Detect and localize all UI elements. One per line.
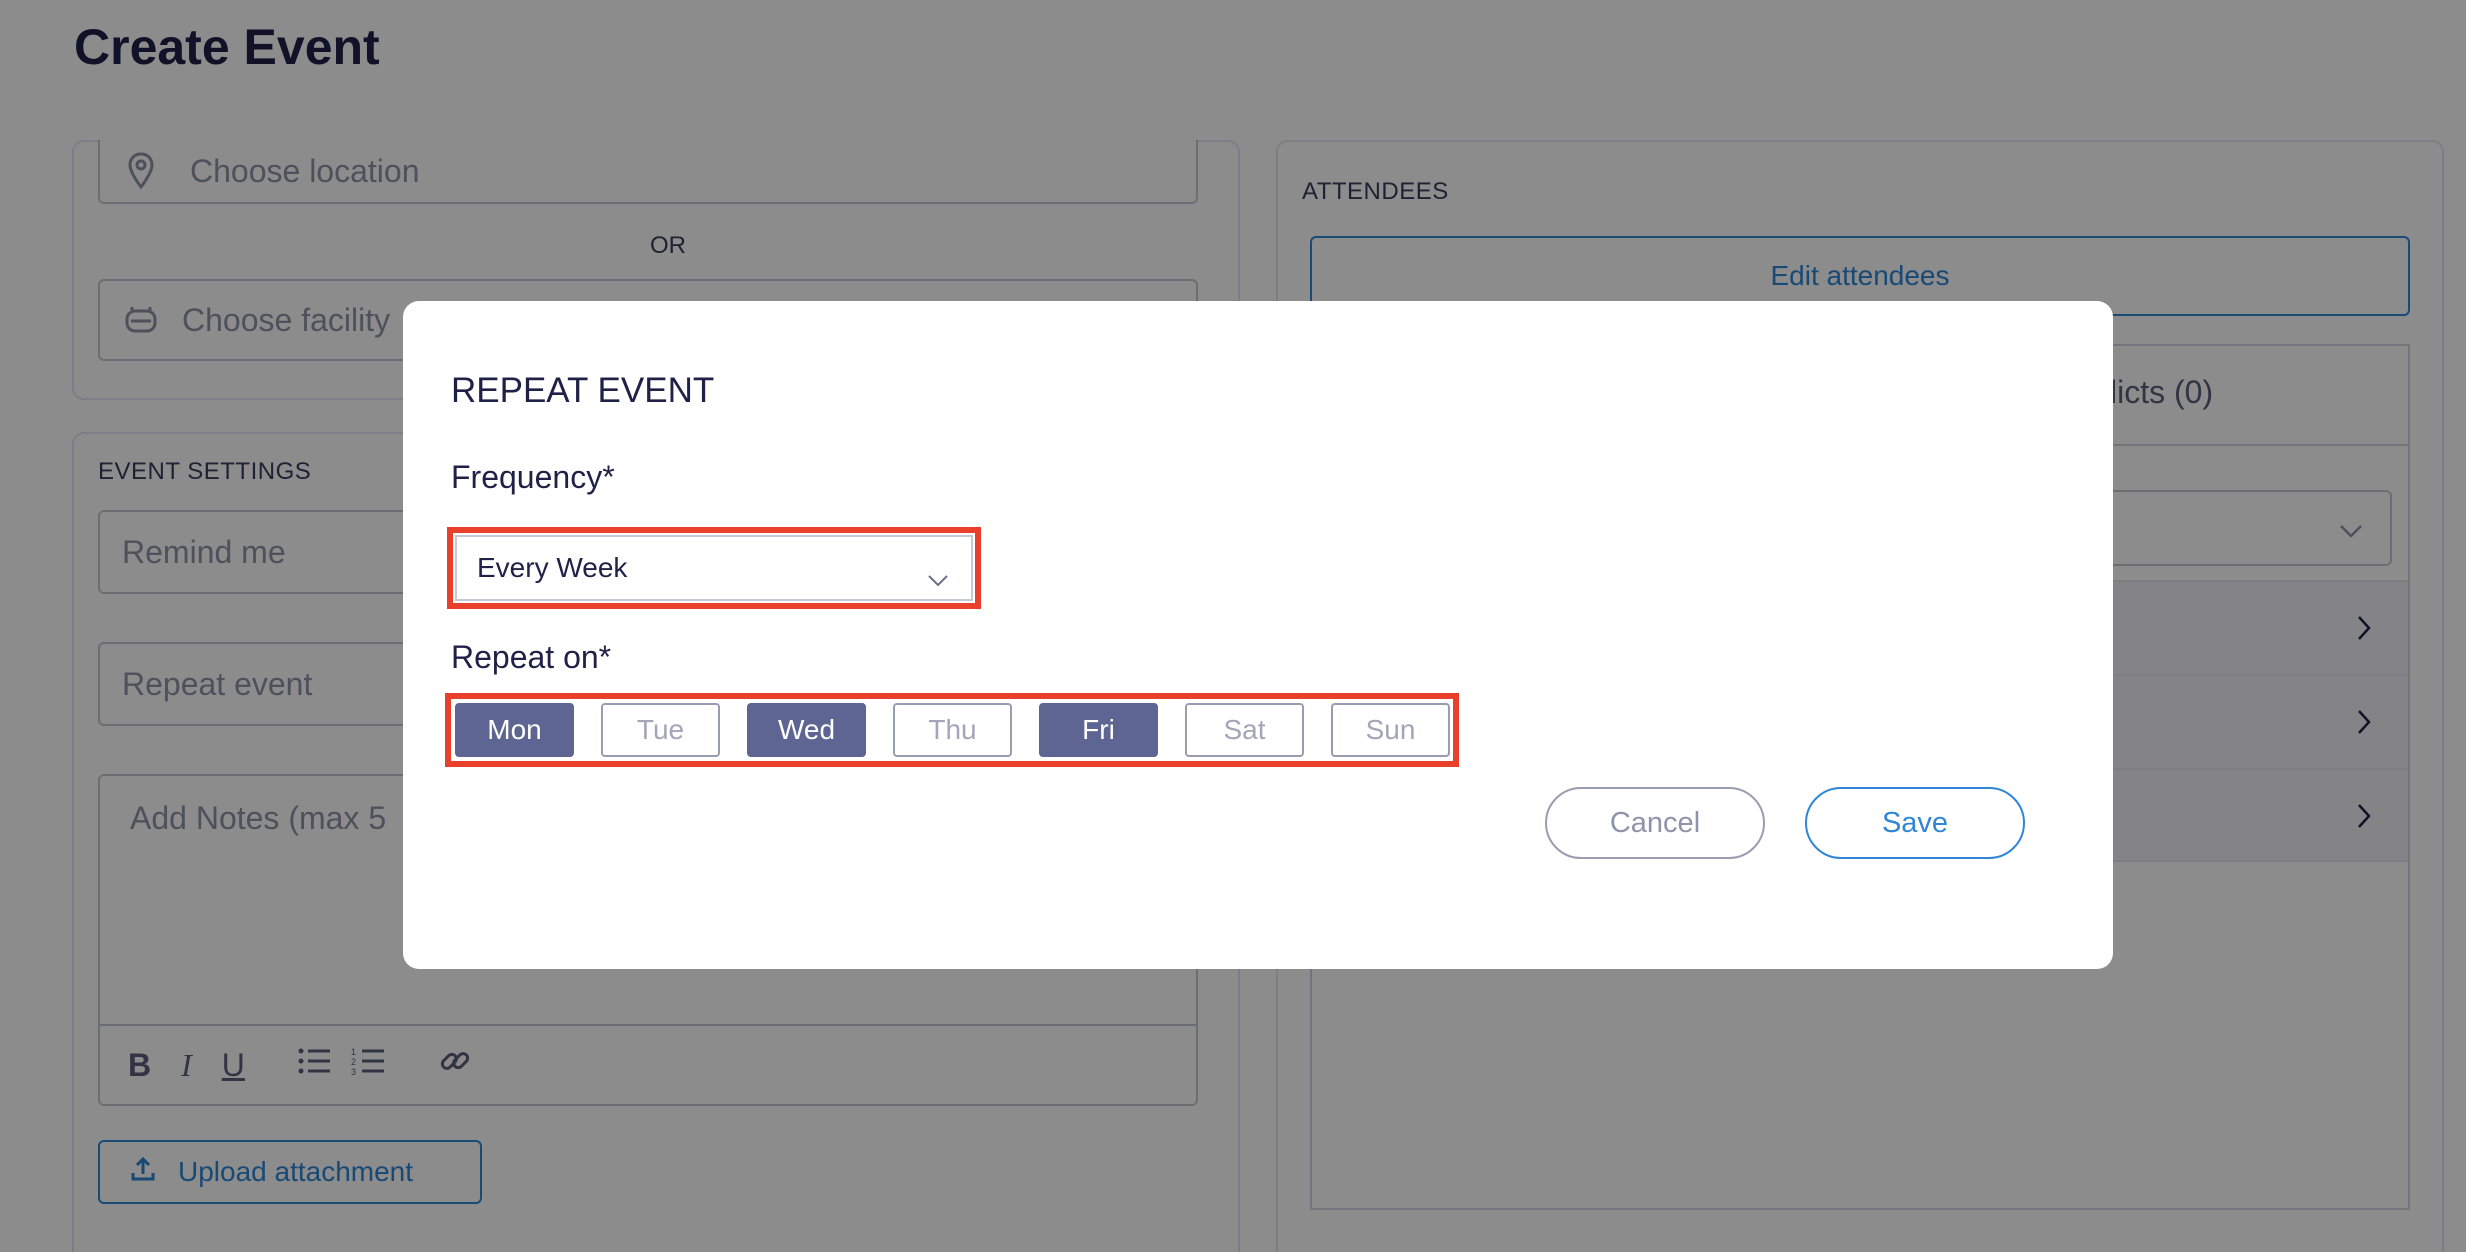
- day-button-mon[interactable]: Mon: [455, 703, 574, 757]
- frequency-value: Every Week: [477, 552, 628, 583]
- frequency-select[interactable]: Every Week: [455, 535, 973, 601]
- day-button-sun[interactable]: Sun: [1331, 703, 1450, 757]
- day-label: Thu: [928, 714, 977, 745]
- save-button[interactable]: Save: [1805, 787, 2025, 859]
- day-label: Fri: [1082, 714, 1115, 745]
- day-label: Mon: [487, 714, 542, 745]
- repeat-on-label: Repeat on*: [451, 639, 612, 675]
- day-label: Sun: [1365, 714, 1416, 745]
- save-label: Save: [1881, 806, 1949, 839]
- day-button-sat[interactable]: Sat: [1185, 703, 1304, 757]
- day-label: Sat: [1223, 714, 1266, 745]
- cancel-button[interactable]: Cancel: [1545, 787, 1765, 859]
- day-button-fri[interactable]: Fri: [1039, 703, 1158, 757]
- repeat-event-modal: REPEAT EVENT Frequency* Every Week Repea…: [403, 301, 2113, 969]
- frequency-highlight: Every Week: [447, 527, 981, 609]
- frequency-label: Frequency*: [451, 459, 615, 495]
- modal-title: REPEAT EVENT: [451, 371, 715, 410]
- cancel-label: Cancel: [1609, 806, 1701, 839]
- day-button-wed[interactable]: Wed: [747, 703, 866, 757]
- day-label: Tue: [636, 714, 685, 745]
- day-picker: Mon Tue Wed Thu Fri Sat Sun: [455, 703, 1455, 759]
- chevron-down-icon: [927, 563, 949, 595]
- day-button-tue[interactable]: Tue: [601, 703, 720, 757]
- day-button-thu[interactable]: Thu: [893, 703, 1012, 757]
- repeat-on-highlight: Mon Tue Wed Thu Fri Sat Sun: [445, 693, 1459, 767]
- day-label: Wed: [777, 714, 836, 745]
